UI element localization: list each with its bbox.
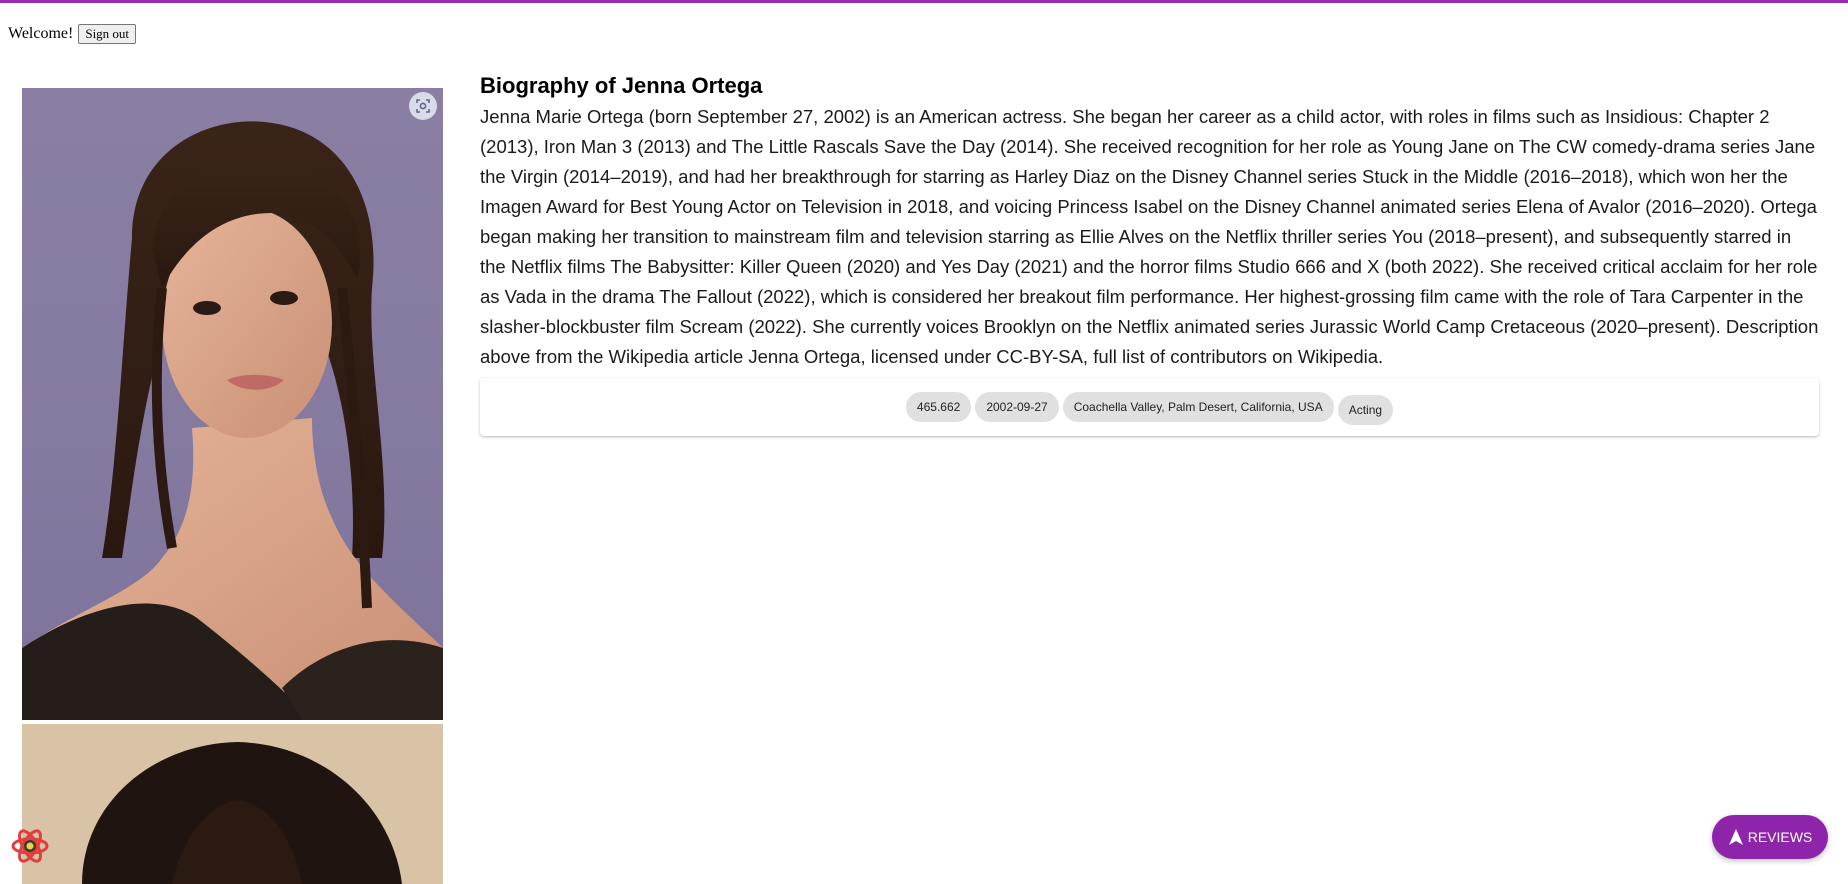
react-devtools-icon[interactable] — [10, 826, 50, 866]
biography-section: Biography of Jenna Ortega Jenna Marie Or… — [480, 72, 1819, 436]
top-accent-bar — [0, 0, 1848, 3]
popularity-chip: 465.662 — [905, 392, 972, 422]
sign-out-button[interactable]: Sign out — [78, 24, 137, 44]
reviews-button-label: REVIEWS — [1747, 829, 1813, 845]
profile-photo[interactable] — [22, 88, 443, 720]
place-of-birth-chip: Coachella Valley, Palm Desert, Californi… — [1062, 392, 1334, 422]
portrait-illustration — [22, 121, 443, 720]
profile-images — [22, 88, 443, 884]
visual-search-button[interactable] — [409, 92, 437, 120]
lens-search-icon — [416, 99, 430, 113]
department-chip: Acting — [1337, 395, 1394, 425]
portrait-illustration-secondary — [82, 742, 402, 884]
biography-text: Jenna Marie Ortega (born September 27, 2… — [480, 106, 1819, 367]
welcome-text: Welcome! — [8, 25, 74, 42]
biography-title: Biography of Jenna Ortega — [480, 73, 763, 98]
navigation-arrow-icon — [1728, 829, 1743, 845]
profile-photo-secondary[interactable] — [22, 724, 443, 884]
birthday-chip: 2002-09-27 — [975, 392, 1059, 422]
reviews-button[interactable]: REVIEWS — [1712, 815, 1828, 859]
auth-bar: Welcome! Sign out — [8, 24, 137, 44]
details-card: 465.662 2002-09-27 Coachella Valley, Pal… — [480, 378, 1819, 436]
